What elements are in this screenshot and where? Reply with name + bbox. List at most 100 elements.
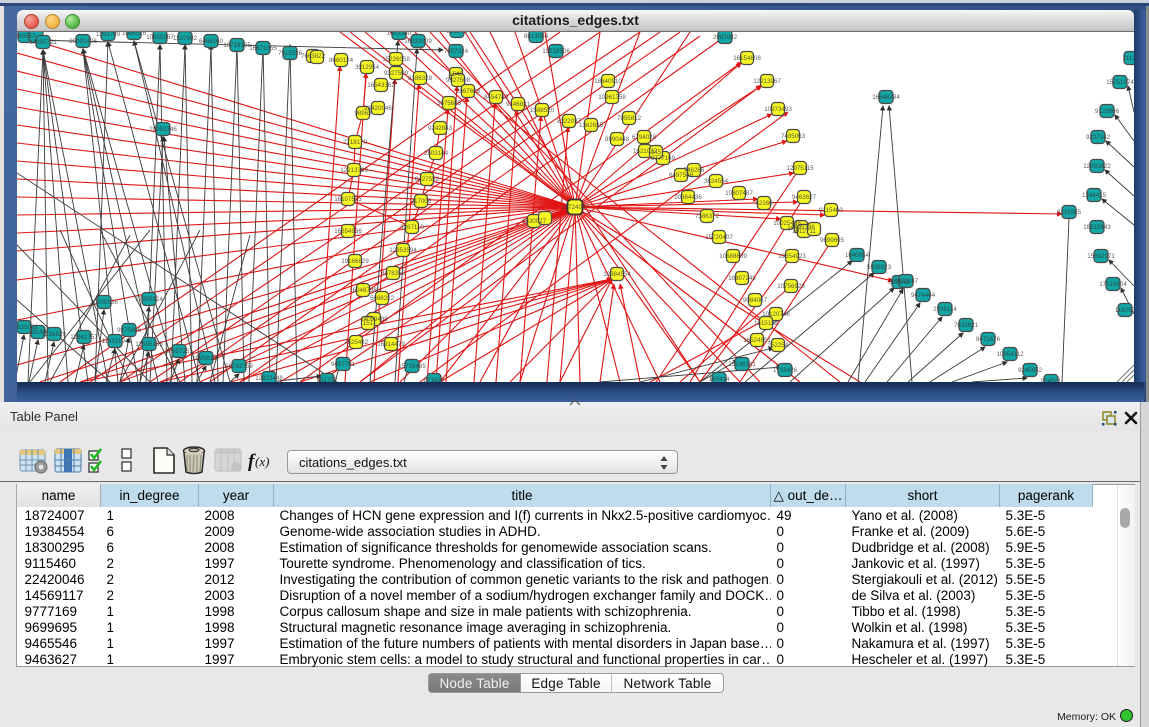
svg-text:917006: 917006	[411, 198, 432, 205]
svg-text:15692971: 15692971	[1087, 253, 1115, 260]
svg-text:7632621: 7632621	[954, 322, 979, 329]
svg-text:8878352: 8878352	[381, 270, 406, 277]
svg-text:16154808: 16154808	[733, 55, 761, 62]
svg-text:871620: 871620	[424, 377, 445, 382]
svg-text:9777169: 9777169	[651, 155, 676, 162]
svg-text:9474444: 9474444	[911, 292, 936, 299]
svg-text:1362635: 1362635	[579, 122, 604, 129]
svg-text:881305: 881305	[447, 32, 468, 35]
svg-text:15136141: 15136141	[728, 361, 756, 368]
svg-text:17957255: 17957255	[165, 348, 193, 355]
svg-text:17359924: 17359924	[135, 296, 163, 303]
svg-text:10719155: 10719155	[223, 42, 251, 49]
svg-text:9227342: 9227342	[1086, 134, 1111, 141]
svg-text:116753: 116753	[1115, 307, 1134, 314]
svg-text:12975115: 12975115	[786, 165, 814, 172]
svg-text:16914479: 16914479	[377, 341, 405, 348]
svg-text:1244415: 1244415	[1082, 192, 1107, 199]
svg-text:931702: 931702	[317, 377, 338, 382]
svg-text:9129966: 9129966	[1095, 108, 1120, 115]
svg-text:1640954: 1640954	[845, 252, 870, 259]
svg-text:6479197: 6479197	[894, 278, 919, 285]
svg-text:18640910: 18640910	[594, 78, 622, 85]
svg-text:7357224: 7357224	[444, 48, 469, 55]
svg-text:9457791: 9457791	[331, 361, 356, 368]
svg-text:10855267: 10855267	[146, 34, 174, 41]
svg-text:17016504: 17016504	[1099, 281, 1127, 288]
svg-text:9699695: 9699695	[820, 237, 845, 244]
svg-text:16671355: 16671355	[249, 45, 277, 52]
svg-text:7955812: 7955812	[617, 115, 642, 122]
svg-text:20053346: 20053346	[149, 126, 177, 133]
svg-text:8186328: 8186328	[408, 75, 433, 82]
svg-text:10807487: 10807487	[725, 190, 753, 197]
svg-text:23420046: 23420046	[364, 105, 392, 112]
svg-text:10120746: 10120746	[762, 311, 790, 318]
svg-text:20364436: 20364436	[674, 194, 702, 201]
svg-text:62160: 62160	[755, 200, 773, 207]
svg-text:9327509: 9327509	[384, 70, 409, 77]
svg-text:8322037: 8322037	[557, 118, 582, 125]
svg-text:7663822: 7663822	[301, 53, 326, 60]
svg-text:12942757: 12942757	[70, 334, 98, 341]
svg-text:19654923: 19654923	[778, 253, 806, 260]
svg-text:2718170: 2718170	[343, 139, 368, 146]
svg-text:2803144: 2803144	[424, 150, 449, 157]
svg-text:7485063: 7485063	[781, 133, 806, 140]
svg-text:3624554: 3624554	[704, 178, 729, 185]
svg-text:1391799: 1391799	[96, 32, 121, 38]
svg-text:2867608: 2867608	[456, 88, 481, 95]
svg-text:9245652: 9245652	[1018, 367, 1043, 374]
svg-text:12213369: 12213369	[340, 167, 368, 174]
svg-text:12505135: 12505135	[135, 341, 163, 348]
svg-text:1615132: 1615132	[754, 320, 779, 327]
svg-text:8990448: 8990448	[605, 136, 630, 143]
svg-text:9463627: 9463627	[792, 194, 817, 201]
svg-text:3912954: 3912954	[355, 64, 380, 71]
svg-text:14055721: 14055721	[29, 39, 57, 46]
svg-text:10961758: 10961758	[598, 94, 626, 101]
svg-text:15720407: 15720407	[705, 234, 733, 241]
svg-text:1912711: 1912711	[792, 228, 816, 235]
svg-text:252254: 252254	[768, 342, 789, 349]
svg-text:924501: 924501	[1041, 378, 1062, 382]
svg-text:6497568: 6497568	[669, 172, 694, 179]
svg-text:1830027: 1830027	[522, 218, 547, 225]
svg-text:12213967: 12213967	[753, 78, 781, 85]
svg-text:10688609: 10688609	[719, 253, 747, 260]
svg-text:2935114: 2935114	[933, 306, 957, 313]
svg-text:12093822: 12093822	[1083, 163, 1111, 170]
svg-text:18807249: 18807249	[728, 275, 756, 282]
svg-text:1527602: 1527602	[173, 35, 198, 42]
svg-text:11451194: 11451194	[102, 338, 129, 345]
svg-text:16782759: 16782759	[225, 363, 253, 370]
svg-text:345: 345	[651, 149, 662, 156]
svg-text:8454749: 8454749	[484, 94, 509, 101]
svg-text:8660124: 8660124	[329, 57, 354, 64]
svg-text:12923448: 12923448	[255, 375, 283, 382]
svg-text:10654112: 10654112	[996, 351, 1024, 358]
svg-text:2087682: 2087682	[713, 34, 738, 41]
svg-text:7515526: 7515526	[278, 50, 303, 57]
svg-text:16648784: 16648784	[872, 94, 900, 101]
svg-text:7386372: 7386372	[695, 213, 720, 220]
svg-text:20206536: 20206536	[90, 299, 118, 306]
svg-text:9975886: 9975886	[117, 327, 142, 334]
svg-text:19384554: 19384554	[603, 271, 631, 278]
svg-text:5698222: 5698222	[370, 295, 395, 302]
svg-text:12353594: 12353594	[389, 247, 417, 254]
svg-text:1733426: 1733426	[773, 367, 798, 374]
svg-text:10958107: 10958107	[192, 355, 220, 362]
svg-text:3267110: 3267110	[400, 224, 424, 231]
svg-text:8427552: 8427552	[415, 176, 440, 183]
svg-text:6794028: 6794028	[632, 134, 657, 141]
svg-text:9242843: 9242843	[428, 125, 453, 132]
svg-text:160414: 160414	[709, 376, 730, 382]
svg-text:15751074: 15751074	[1106, 79, 1134, 86]
svg-text:16654936: 16654936	[334, 228, 362, 235]
svg-text:7625402: 7625402	[344, 339, 369, 346]
svg-text:10973493: 10973493	[764, 106, 792, 113]
svg-text:19218506: 19218506	[542, 48, 570, 55]
svg-text:151: 151	[363, 320, 374, 327]
svg-text:18724007: 18724007	[561, 204, 589, 211]
